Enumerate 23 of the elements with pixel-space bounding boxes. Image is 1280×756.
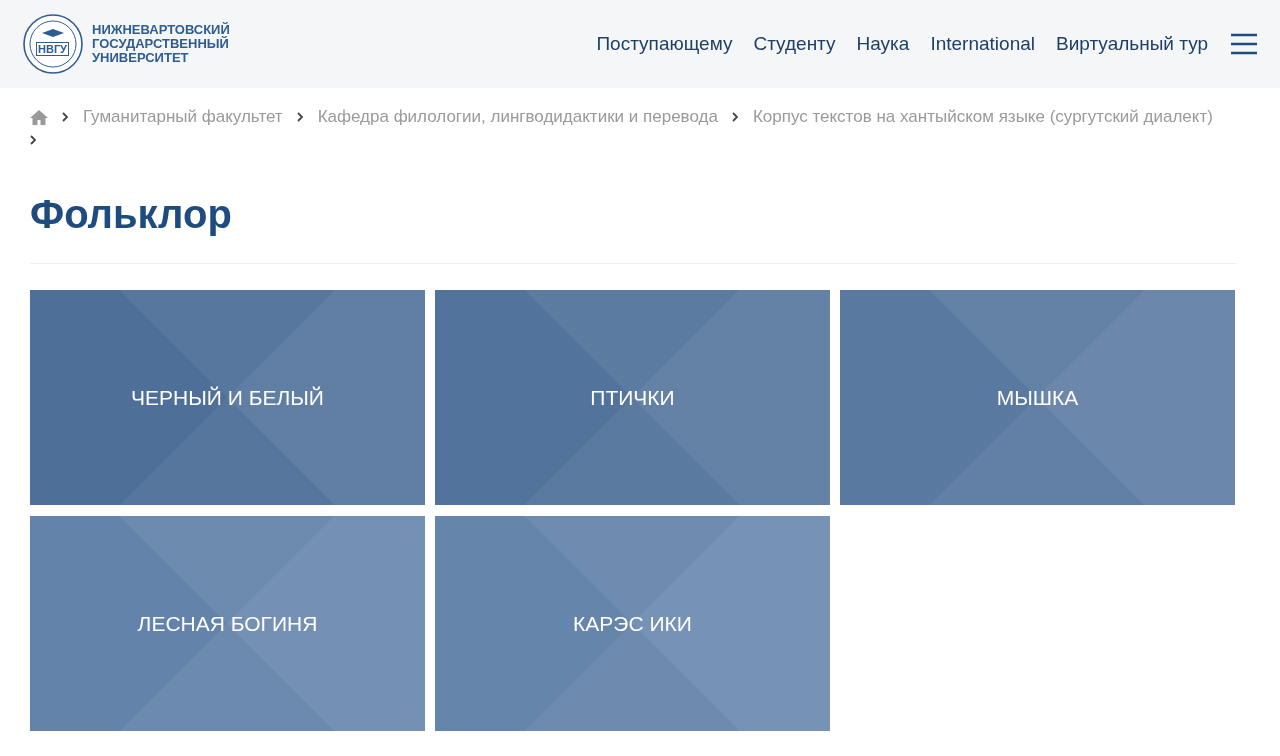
university-logo[interactable]: НВГУ НИЖНЕВАРТОВСКИЙ ГОСУДАРСТВЕННЫЙ УНИВЕРСИТЕТ [22,13,230,75]
emblem-text: НВГУ [36,42,69,56]
folklore-tile[interactable]: КАРЭС ИКИ [435,516,830,731]
menu-icon[interactable] [1230,33,1258,55]
chevron-icon [30,135,37,145]
folklore-tile[interactable]: ЧЕРНЫЙ И БЕЛЫЙ [30,290,425,505]
breadcrumb-link[interactable]: Корпус текстов на хантыйском языке (сургутский диалект) [752,107,1213,127]
nav-link[interactable]: Поступающему [596,33,733,55]
nav-link[interactable]: Виртуальный тур [1056,33,1208,55]
chevron-icon [731,112,739,122]
folklore-tile[interactable]: МЫШКА [840,290,1235,505]
breadcrumb-link[interactable]: Кафедра филологии, лингводидактики и перевода [317,107,718,127]
chevron-icon [296,112,304,122]
nav-link[interactable]: International [930,33,1035,55]
chevron-icon [62,112,69,122]
home-icon[interactable] [30,109,48,125]
breadcrumb-link[interactable]: Гуманитарный факультет [83,107,283,127]
university-name: НИЖНЕВАРТОВСКИЙ ГОСУДАРСТВЕННЫЙ УНИВЕРСИТЕТ [92,23,230,65]
page-title: Фольклор [30,191,233,237]
nav-link[interactable]: Студенту [753,33,836,55]
folklore-tile[interactable]: ПТИЧКИ [435,290,830,505]
nav-link[interactable]: Наука [856,33,910,55]
folklore-tile[interactable]: ЛЕСНАЯ БОГИНЯ [30,516,425,731]
